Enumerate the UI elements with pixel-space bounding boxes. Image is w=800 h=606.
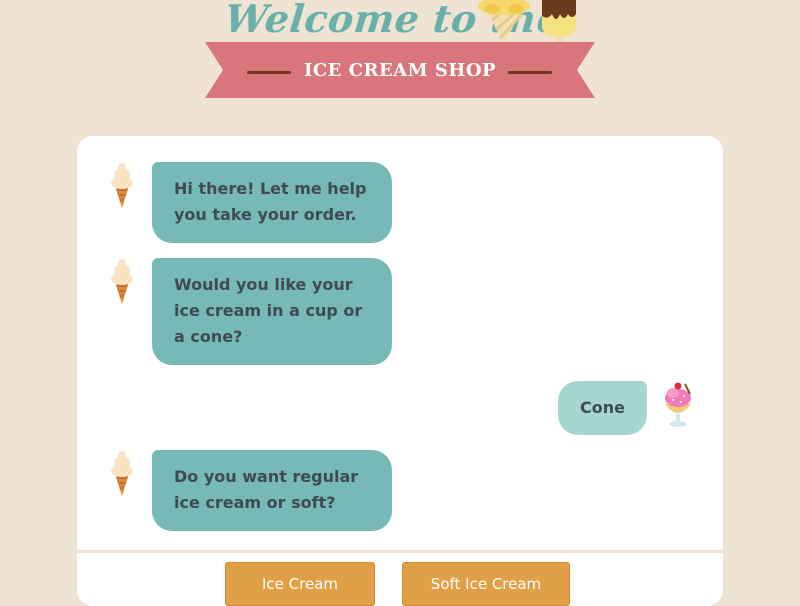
ribbon-left-line [247,71,291,74]
bot-message: Hi there! Let me help you take your orde… [152,162,392,243]
option-soft-ice-cream-button[interactable]: Soft Ice Cream [402,562,570,606]
bot-message: Would you like your ice cream in a cup o… [152,258,392,365]
ribbon-right-line [508,71,552,74]
option-ice-cream-button[interactable]: Ice Cream [225,562,375,606]
divider [77,550,723,553]
header: Welcome to the ICE CREAM SHOP [0,0,800,110]
shop-name: ICE CREAM SHOP [303,60,497,81]
ice-cream-cone-deco-icon [478,0,530,44]
ice-cream-cone-icon [111,163,133,208]
user-message: Cone [558,381,647,435]
chat-window: Hi there! Let me help you take your orde… [77,136,723,606]
bot-message: Do you want regular ice cream or soft? [152,450,392,531]
sundae-cup-icon [665,382,691,427]
ice-cream-cone-icon [111,259,133,304]
ice-cream-cone-icon [111,451,133,496]
